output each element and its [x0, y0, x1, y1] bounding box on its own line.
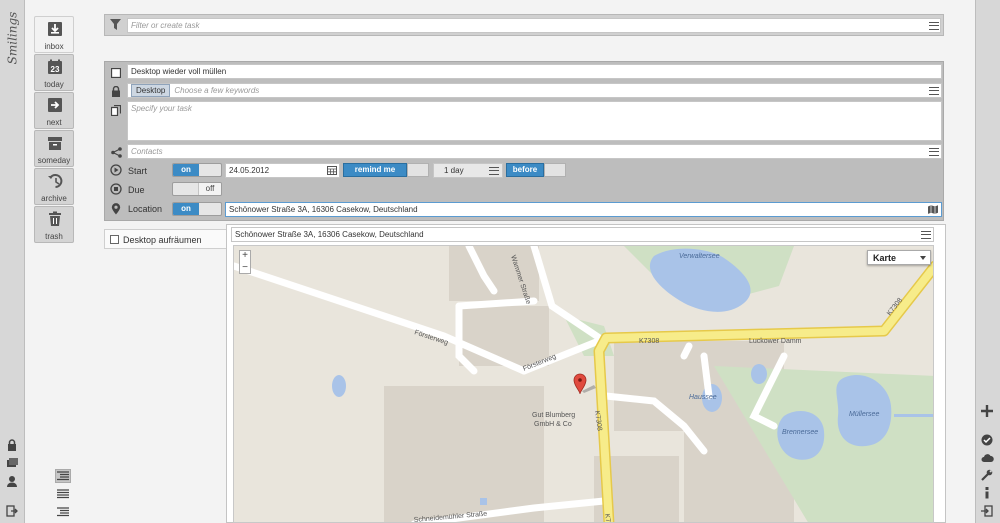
- chevron-down-icon: [920, 256, 926, 260]
- task-row[interactable]: Desktop aufräumen: [104, 229, 228, 249]
- remind-me-button[interactable]: remind me: [343, 163, 407, 177]
- keywords-menu-icon[interactable]: [929, 87, 939, 95]
- map-label-brennersee: Brennersee: [782, 429, 818, 436]
- calendar-icon: 23: [47, 59, 63, 75]
- map-type-select[interactable]: Karte: [867, 250, 931, 265]
- plus-icon[interactable]: [980, 404, 994, 418]
- user-icon[interactable]: [5, 475, 19, 487]
- map-address-field[interactable]: Schönower Straße 3A, 16306 Casekow, Deut…: [231, 227, 934, 242]
- zoom-in-button[interactable]: +: [239, 250, 251, 262]
- info-icon[interactable]: [980, 486, 994, 500]
- list-view-icon[interactable]: [55, 469, 71, 483]
- before-toggle-knob[interactable]: [544, 163, 566, 177]
- zoom-out-button[interactable]: −: [239, 262, 251, 274]
- checkbox-icon[interactable]: [110, 235, 119, 246]
- map-label-verwaltersee: Verwaltersee: [679, 253, 720, 260]
- remind-interval-menu-icon[interactable]: [489, 167, 499, 175]
- filter-input[interactable]: Filter or create task: [127, 18, 941, 33]
- due-label: Due: [128, 185, 145, 195]
- history-icon: [47, 173, 63, 189]
- checkmark-icon[interactable]: [980, 433, 994, 447]
- stop-icon: [110, 183, 122, 195]
- map-address-menu-icon[interactable]: [921, 231, 931, 239]
- box-icon: [47, 135, 63, 151]
- map-label-luckower-damm: Luckower Damm: [749, 338, 802, 345]
- note-icon: [110, 104, 122, 116]
- wrench-icon[interactable]: [980, 468, 994, 482]
- due-toggle[interactable]: off: [172, 182, 222, 196]
- lock-icon[interactable]: [5, 439, 19, 451]
- calendar-picker-icon[interactable]: [327, 166, 337, 177]
- contacts-field[interactable]: Contacts: [127, 144, 942, 159]
- map-label-gut-blumberg: Gut Blumberg: [532, 412, 575, 419]
- map-label-gut-blumberg-gmbh: GmbH & Co: [534, 421, 572, 428]
- list-navigation: inbox 23 today next someday archive tras…: [34, 16, 74, 244]
- description-field[interactable]: Specify your task: [127, 101, 942, 141]
- before-button[interactable]: before: [506, 163, 544, 177]
- start-label: Start: [128, 166, 148, 176]
- checkbox-icon[interactable]: [110, 67, 122, 79]
- nav-item-inbox[interactable]: inbox: [34, 16, 74, 53]
- map-view[interactable]: Verwaltersee Wammer Straße Försterweg Fö…: [233, 245, 934, 523]
- map-label-k7308-a: K7308: [639, 338, 659, 345]
- filter-menu-icon[interactable]: [929, 22, 939, 30]
- login-icon[interactable]: [980, 504, 994, 518]
- map-label-muellersee: Müllersee: [849, 411, 879, 418]
- task-title: Desktop aufräumen: [123, 235, 202, 245]
- map-label-haussee: Haussee: [689, 394, 717, 401]
- cloud-icon[interactable]: [980, 451, 994, 465]
- filter-bar: Filter or create task: [104, 14, 944, 36]
- play-icon: [110, 164, 122, 176]
- inbox-icon: [47, 21, 63, 37]
- nav-item-next[interactable]: next: [34, 92, 74, 129]
- folders-icon[interactable]: [5, 457, 19, 469]
- nav-item-someday[interactable]: someday: [34, 130, 74, 167]
- contacts-menu-icon[interactable]: [929, 148, 939, 156]
- compact-view-icon[interactable]: [55, 487, 71, 501]
- location-field[interactable]: Schönower Straße 3A, 16306 Casekow, Deut…: [225, 202, 942, 217]
- tag-desktop[interactable]: Desktop: [131, 84, 171, 97]
- trash-icon: [47, 211, 63, 227]
- task-title-field[interactable]: Desktop wieder voll müllen: [127, 64, 942, 79]
- keywords-field[interactable]: Desktop Choose a few keywords: [127, 83, 942, 98]
- filter-icon: [110, 19, 121, 32]
- app-logo: Smilings: [5, 11, 19, 65]
- location-label: Location: [128, 204, 163, 214]
- start-date-field[interactable]: 24.05.2012: [225, 163, 340, 178]
- remind-toggle-knob[interactable]: [407, 163, 429, 177]
- location-toggle[interactable]: on: [172, 202, 222, 216]
- svg-text:23: 23: [51, 65, 60, 74]
- next-icon: [47, 97, 63, 113]
- nav-item-trash[interactable]: trash: [34, 206, 74, 243]
- location-pin-icon: [110, 203, 122, 215]
- start-toggle[interactable]: on: [172, 163, 222, 177]
- lock-icon: [110, 85, 122, 97]
- logout-icon[interactable]: [5, 505, 19, 517]
- indent-view-icon[interactable]: [55, 505, 71, 519]
- nav-item-today[interactable]: 23 today: [34, 54, 74, 91]
- share-icon: [110, 146, 122, 158]
- nav-item-archive[interactable]: archive: [34, 168, 74, 205]
- map-icon[interactable]: [928, 205, 938, 216]
